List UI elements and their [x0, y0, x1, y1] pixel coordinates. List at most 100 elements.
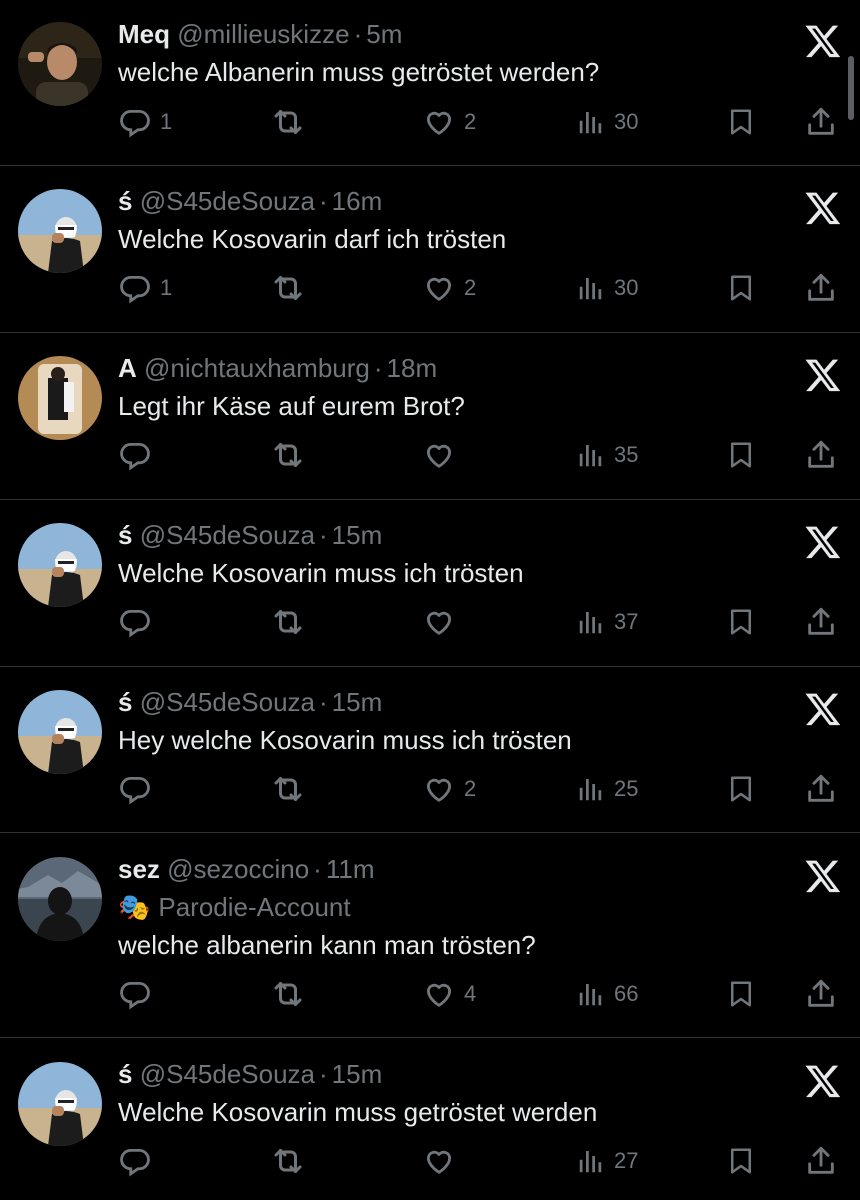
share-icon	[804, 105, 838, 139]
share-button[interactable]	[804, 102, 838, 142]
views-button[interactable]: 30	[576, 268, 638, 308]
reply-button[interactable]: 1	[118, 268, 172, 308]
tweet-text: Welche Kosovarin muss getröstet werden	[118, 1097, 598, 1127]
retweet-icon	[270, 976, 306, 1012]
retweet-button[interactable]	[270, 268, 314, 308]
views-count: 30	[614, 109, 639, 134]
reply-button[interactable]	[118, 602, 160, 642]
retweet-button[interactable]	[270, 102, 314, 142]
display-name[interactable]: ś	[118, 186, 132, 216]
reply-button[interactable]	[118, 435, 160, 475]
x-logo-icon[interactable]	[804, 356, 842, 394]
user-handle[interactable]: @S45deSouza	[140, 1059, 315, 1089]
separator: ·	[353, 19, 363, 49]
like-button[interactable]: 4	[422, 974, 476, 1014]
like-button[interactable]: 2	[422, 102, 476, 142]
timestamp[interactable]: 5m	[366, 19, 402, 49]
avatar[interactable]	[18, 1062, 102, 1146]
divider	[0, 832, 860, 833]
user-handle[interactable]: @sezoccino	[167, 854, 309, 884]
views-button[interactable]: 35	[576, 435, 638, 475]
avatar[interactable]	[18, 356, 102, 440]
tweet-actions: 37	[0, 602, 860, 642]
x-logo-icon[interactable]	[804, 523, 842, 561]
share-icon	[804, 271, 838, 305]
timestamp[interactable]: 15m	[332, 1059, 383, 1089]
display-name[interactable]: ś	[118, 1059, 132, 1089]
views-button[interactable]: 30	[576, 102, 638, 142]
reply-button[interactable]	[118, 974, 160, 1014]
reply-icon	[118, 438, 152, 472]
like-button[interactable]	[422, 1141, 464, 1181]
tweet-actions: 1 2 30	[0, 268, 860, 308]
bookmark-button[interactable]	[726, 769, 756, 809]
share-button[interactable]	[804, 1141, 838, 1181]
separator: ·	[319, 1059, 328, 1089]
views-button[interactable]: 37	[576, 602, 638, 642]
bookmark-button[interactable]	[726, 102, 756, 142]
display-name[interactable]: sez	[118, 854, 160, 884]
retweet-button[interactable]	[270, 1141, 314, 1181]
views-icon	[576, 1146, 606, 1176]
views-button[interactable]: 25	[576, 769, 638, 809]
x-logo-icon[interactable]	[804, 857, 842, 895]
bookmark-button[interactable]	[726, 1141, 756, 1181]
bookmark-button[interactable]	[726, 602, 756, 642]
timestamp[interactable]: 15m	[332, 687, 383, 717]
bookmark-button[interactable]	[726, 435, 756, 475]
tweet-actions: 2 25	[0, 769, 860, 809]
timestamp[interactable]: 11m	[326, 854, 375, 884]
avatar[interactable]	[18, 690, 102, 774]
bookmark-button[interactable]	[726, 974, 756, 1014]
like-button[interactable]	[422, 602, 464, 642]
timestamp[interactable]: 16m	[332, 186, 383, 216]
divider	[0, 332, 860, 333]
like-button[interactable]: 2	[422, 268, 476, 308]
retweet-icon	[270, 1143, 306, 1179]
x-logo-icon[interactable]	[804, 690, 842, 728]
retweet-button[interactable]	[270, 974, 314, 1014]
reply-button[interactable]	[118, 769, 160, 809]
share-icon	[804, 605, 838, 639]
retweet-icon	[270, 437, 306, 473]
user-handle[interactable]: @S45deSouza	[140, 687, 315, 717]
avatar[interactable]	[18, 22, 102, 106]
x-logo-icon[interactable]	[804, 1062, 842, 1100]
views-icon	[576, 107, 606, 137]
retweet-button[interactable]	[270, 602, 314, 642]
share-button[interactable]	[804, 769, 838, 809]
views-button[interactable]: 66	[576, 974, 638, 1014]
timestamp[interactable]: 15m	[332, 520, 383, 550]
user-handle[interactable]: @nichtauxhamburg	[144, 353, 370, 383]
display-name[interactable]: ś	[118, 687, 132, 717]
like-button[interactable]	[422, 435, 464, 475]
share-button[interactable]	[804, 974, 838, 1014]
heart-icon	[422, 438, 456, 472]
views-count: 35	[614, 442, 639, 467]
retweet-button[interactable]	[270, 769, 314, 809]
like-button[interactable]: 2	[422, 769, 476, 809]
x-logo-icon[interactable]	[804, 189, 842, 227]
display-name[interactable]: ś	[118, 520, 132, 550]
user-handle[interactable]: @S45deSouza	[140, 520, 315, 550]
x-logo-icon[interactable]	[804, 22, 842, 60]
timestamp[interactable]: 18m	[387, 353, 438, 383]
retweet-button[interactable]	[270, 435, 314, 475]
avatar[interactable]	[18, 189, 102, 273]
views-count: 37	[614, 609, 639, 634]
avatar[interactable]	[18, 523, 102, 607]
reply-button[interactable]: 1	[118, 102, 172, 142]
avatar[interactable]	[18, 857, 102, 941]
display-name[interactable]: A	[118, 353, 137, 383]
reply-button[interactable]	[118, 1141, 160, 1181]
share-button[interactable]	[804, 435, 838, 475]
views-button[interactable]: 27	[576, 1141, 638, 1181]
share-button[interactable]	[804, 602, 838, 642]
display-name[interactable]: Meq	[118, 19, 170, 49]
user-handle[interactable]: @millieuskizze	[177, 19, 349, 49]
bookmark-button[interactable]	[726, 268, 756, 308]
scrollbar[interactable]	[848, 56, 854, 120]
share-button[interactable]	[804, 268, 838, 308]
share-icon	[804, 977, 838, 1011]
user-handle[interactable]: @S45deSouza	[140, 186, 315, 216]
